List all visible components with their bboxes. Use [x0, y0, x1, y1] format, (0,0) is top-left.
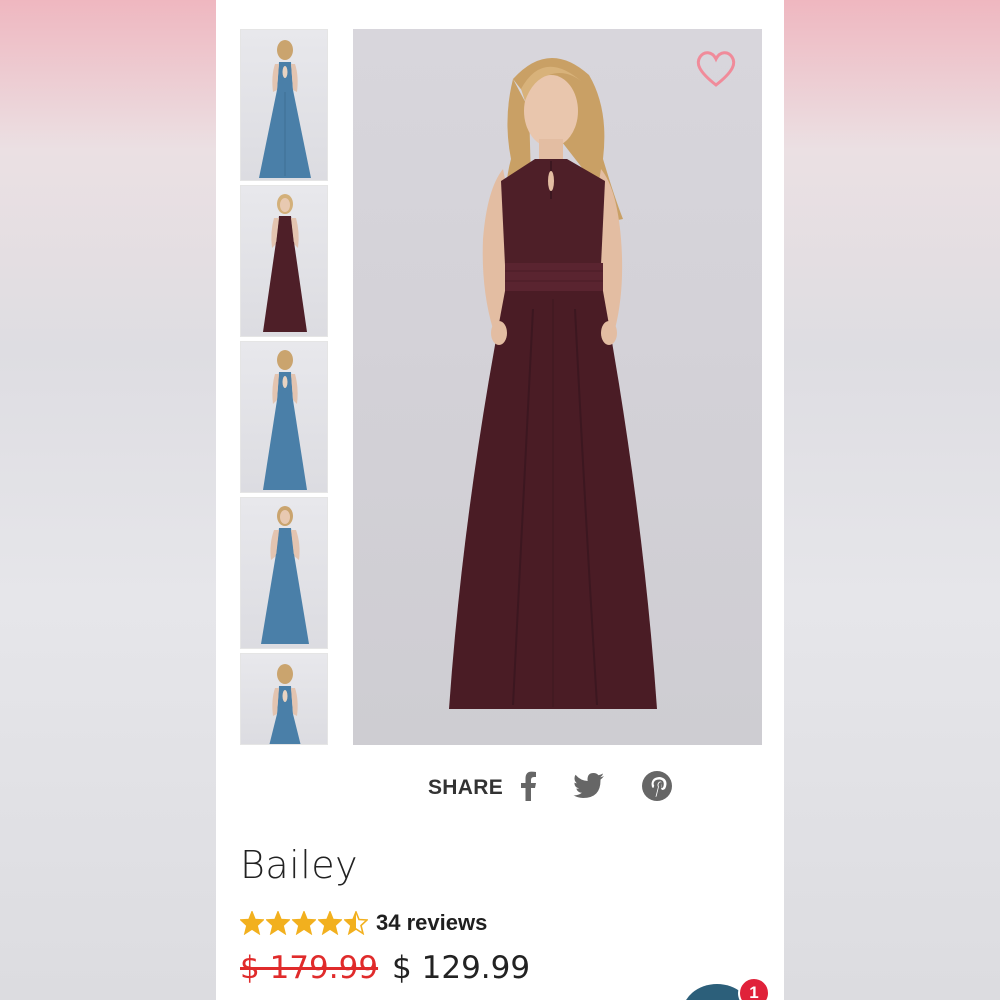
thumbnail-4[interactable]: [240, 497, 328, 649]
product-page: SHARE Bailey 34 reviews $ 179.99 $ 129.9…: [216, 0, 784, 1000]
thumbnail-1[interactable]: [240, 29, 328, 181]
thumbnail-2[interactable]: [240, 185, 328, 337]
thumbnail-5[interactable]: [240, 653, 328, 745]
thumbnail-3[interactable]: [240, 341, 328, 493]
star-rating: [240, 911, 370, 935]
star-icon: [240, 911, 264, 935]
star-icon: [266, 911, 290, 935]
star-icon: [318, 911, 342, 935]
wishlist-heart-icon[interactable]: [694, 49, 738, 89]
star-icon: [292, 911, 316, 935]
price-row: $ 179.99 $ 129.99: [240, 950, 530, 986]
twitter-icon[interactable]: [573, 772, 605, 805]
background-right: [784, 0, 1000, 1000]
rating-row: 34 reviews: [240, 906, 487, 940]
facebook-icon[interactable]: [519, 771, 537, 806]
background-left: [0, 0, 216, 1000]
thumbnail-gallery: [240, 29, 328, 749]
reviews-link[interactable]: 34 reviews: [376, 910, 487, 936]
share-row: SHARE: [428, 768, 673, 808]
star-icon: [344, 911, 368, 935]
model-wine-dress-image: [449, 57, 657, 709]
pinterest-icon[interactable]: [641, 770, 673, 807]
main-product-image[interactable]: [353, 29, 762, 745]
original-price: $ 179.99: [240, 950, 379, 986]
chat-notification-badge: 1: [738, 977, 770, 1000]
product-title: Bailey: [240, 843, 359, 887]
share-label: SHARE: [428, 776, 504, 799]
sale-price: $ 129.99: [392, 950, 531, 986]
